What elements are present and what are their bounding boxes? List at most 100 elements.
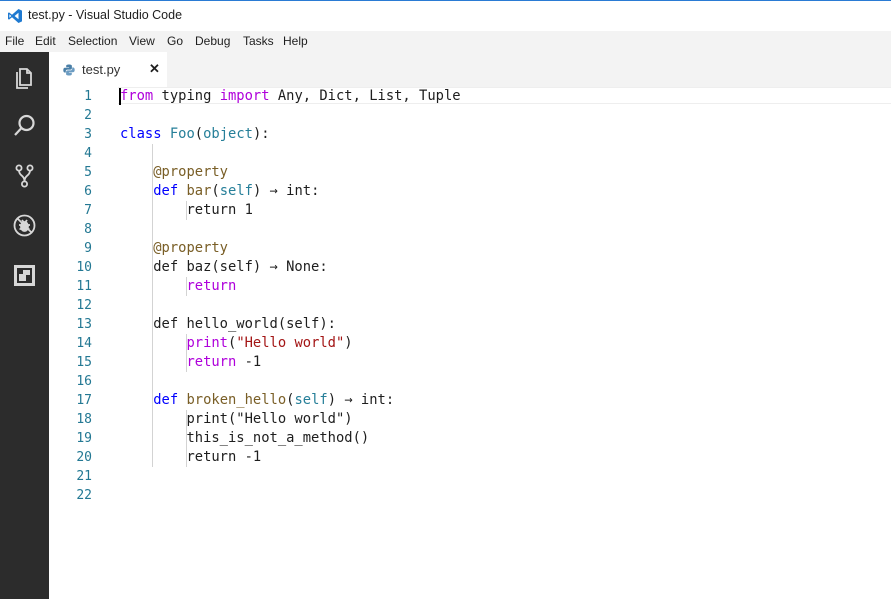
line-number: 8 bbox=[84, 222, 92, 237]
line-number: 4 bbox=[84, 146, 92, 161]
code-token: return -1 bbox=[120, 449, 262, 465]
code-line[interactable]: print("Hello world") bbox=[120, 410, 353, 429]
code-token: ) → int: bbox=[252, 183, 320, 199]
editor-tab-strip: test.py ✕ bbox=[49, 52, 891, 87]
menu-file[interactable]: File bbox=[5, 34, 24, 48]
code-token: self bbox=[294, 392, 328, 408]
code-line[interactable]: def baz(self) → None: bbox=[120, 258, 328, 277]
menu-debug[interactable]: Debug bbox=[195, 34, 230, 48]
menu-selection[interactable]: Selection bbox=[68, 34, 117, 48]
code-token: ): bbox=[252, 126, 270, 142]
line-number: 17 bbox=[76, 393, 92, 408]
code-token: ( bbox=[194, 126, 204, 142]
line-number: 18 bbox=[76, 412, 92, 427]
code-line[interactable]: return -1 bbox=[120, 353, 261, 372]
close-icon[interactable]: ✕ bbox=[149, 61, 160, 77]
line-number: 21 bbox=[76, 469, 92, 484]
code-line[interactable]: @property bbox=[120, 163, 228, 182]
line-number: 22 bbox=[76, 488, 92, 503]
code-token: return 1 bbox=[120, 202, 253, 218]
title-bar: test.py - Visual Studio Code bbox=[0, 0, 891, 31]
line-number: 11 bbox=[76, 279, 92, 294]
line-number: 13 bbox=[76, 317, 92, 332]
search-icon[interactable] bbox=[12, 113, 37, 138]
code-token: class bbox=[120, 126, 162, 142]
line-number: 6 bbox=[84, 184, 92, 199]
code-token: self bbox=[219, 183, 253, 199]
code-line[interactable]: return bbox=[120, 277, 236, 296]
menu-bar: File Edit Selection View Go Debug Tasks … bbox=[0, 31, 891, 52]
code-line[interactable]: def broken_hello(self) → int: bbox=[120, 391, 394, 410]
menu-tasks[interactable]: Tasks bbox=[243, 34, 274, 48]
line-number: 15 bbox=[76, 355, 92, 370]
line-number: 10 bbox=[76, 260, 92, 275]
code-token: Any, Dict, List, Tuple bbox=[269, 88, 461, 104]
code-token: def bbox=[153, 392, 179, 408]
code-token: def baz(self) → None: bbox=[120, 259, 328, 275]
tab-label: test.py bbox=[82, 62, 121, 77]
code-token: "Hello world" bbox=[236, 335, 345, 351]
code-token: object bbox=[203, 126, 253, 142]
line-number: 9 bbox=[84, 241, 92, 256]
code-line[interactable]: class Foo(object): bbox=[120, 125, 270, 144]
code-line[interactable]: this_is_not_a_method() bbox=[120, 429, 369, 448]
code-token: return bbox=[186, 354, 237, 370]
code-token: return bbox=[186, 278, 237, 294]
code-line[interactable]: def bar(self) → int: bbox=[120, 182, 319, 201]
code-token: ) bbox=[344, 335, 353, 351]
python-file-icon bbox=[63, 64, 75, 76]
code-token: ) → int: bbox=[327, 392, 395, 408]
code-token: typing bbox=[153, 88, 220, 104]
source-control-icon[interactable] bbox=[12, 163, 37, 188]
line-number: 3 bbox=[84, 127, 92, 142]
debug-icon[interactable] bbox=[12, 213, 37, 238]
code-token: def hello_world(self): bbox=[120, 316, 336, 332]
code-token: ( bbox=[211, 183, 220, 199]
code-token: from bbox=[120, 88, 154, 104]
code-editor[interactable]: 1 2 3 4 5 6 7 8 9 10 11 12 13 14 15 16 17 18 19 20 21 22 from… bbox=[49, 87, 891, 599]
line-number: 20 bbox=[76, 450, 92, 465]
code-line[interactable]: print("Hello world") bbox=[120, 334, 353, 353]
code-token: Foo bbox=[169, 126, 195, 142]
window-title: test.py - Visual Studio Code bbox=[28, 8, 183, 22]
line-number: 12 bbox=[76, 298, 92, 313]
line-number: 16 bbox=[76, 374, 92, 389]
code-line[interactable]: return -1 bbox=[120, 448, 261, 467]
tab-test-py[interactable]: test.py ✕ bbox=[49, 52, 167, 87]
code-token: bar bbox=[186, 183, 212, 199]
code-token: @property bbox=[153, 164, 228, 180]
code-token: -1 bbox=[236, 354, 262, 370]
code-token: print("Hello world") bbox=[120, 411, 353, 427]
line-number: 7 bbox=[84, 203, 92, 218]
code-token: this_is_not_a_method() bbox=[120, 430, 370, 446]
text-cursor bbox=[119, 88, 121, 105]
line-number: 5 bbox=[84, 165, 92, 180]
code-line[interactable]: def hello_world(self): bbox=[120, 315, 336, 334]
code-line[interactable]: @property bbox=[120, 239, 228, 258]
code-token: broken_hello bbox=[186, 392, 287, 408]
line-number: 1 bbox=[84, 89, 92, 104]
line-number: 2 bbox=[84, 108, 92, 123]
vscode-logo-icon bbox=[8, 9, 22, 23]
menu-edit[interactable]: Edit bbox=[35, 34, 56, 48]
extensions-icon[interactable] bbox=[12, 263, 37, 288]
code-line[interactable]: from typing import Any, Dict, List, Tupl… bbox=[120, 87, 461, 106]
line-number: 14 bbox=[76, 336, 92, 351]
code-token: print bbox=[186, 335, 228, 351]
menu-help[interactable]: Help bbox=[283, 34, 308, 48]
menu-view[interactable]: View bbox=[129, 34, 155, 48]
code-token: @property bbox=[153, 240, 228, 256]
explorer-icon[interactable] bbox=[12, 64, 37, 89]
code-token: import bbox=[219, 88, 270, 104]
code-line[interactable]: return 1 bbox=[120, 201, 253, 220]
menu-go[interactable]: Go bbox=[167, 34, 183, 48]
activity-bar bbox=[0, 52, 49, 599]
